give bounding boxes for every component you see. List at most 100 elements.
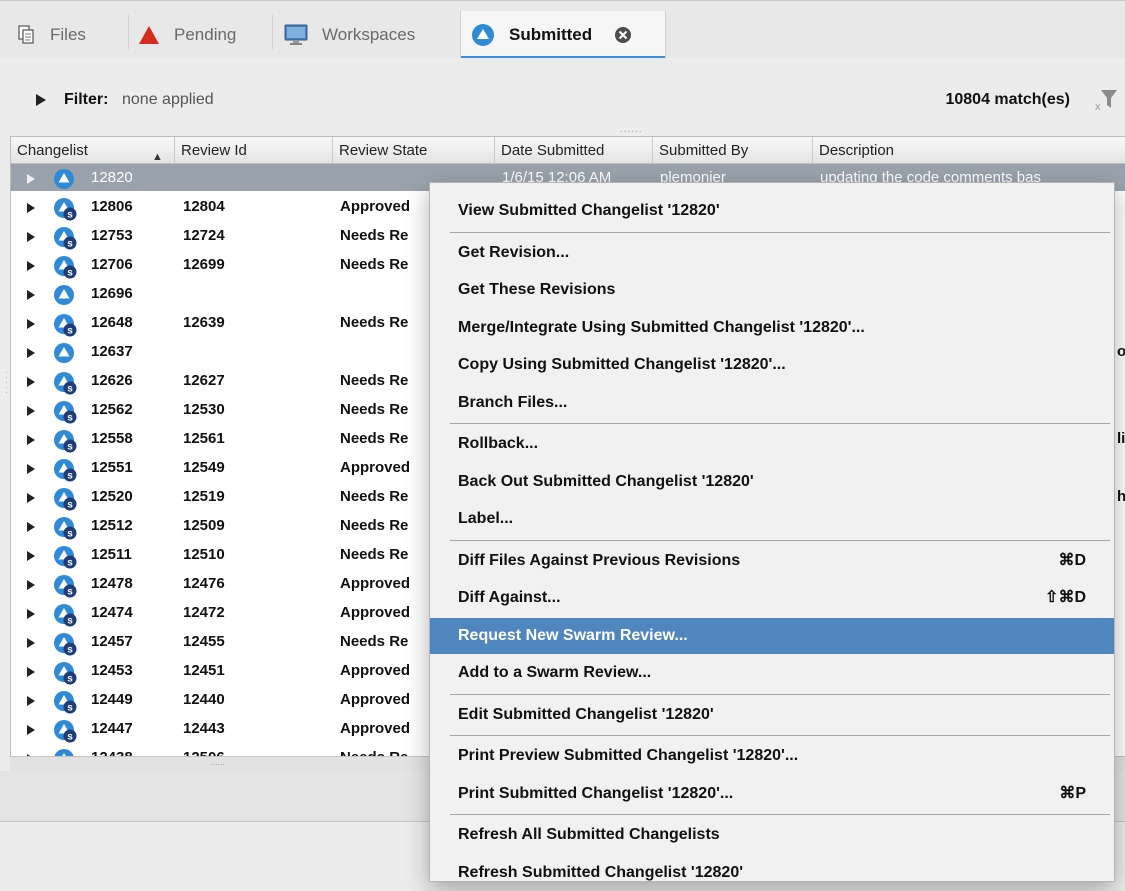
cell-changelist: 12820 [91,169,133,186]
row-expand-icon[interactable] [27,406,35,416]
tab-pending[interactable]: Pending [138,11,274,59]
cell-changelist: 12478 [91,575,133,592]
cell-changelist: 12706 [91,256,133,273]
row-expand-icon[interactable] [27,174,35,184]
row-expand-icon[interactable] [27,667,35,677]
cell-changelist: 12447 [91,720,133,737]
col-submitted-by-label: Submitted By [659,142,749,159]
menu-item[interactable]: View Submitted Changelist '12820' [430,193,1114,229]
col-description-label: Description [819,142,895,159]
row-expand-icon[interactable] [27,725,35,735]
tab-divider [128,15,129,49]
col-date-submitted-label: Date Submitted [501,142,605,159]
row-expand-icon[interactable] [27,580,35,590]
menu-item[interactable]: Get Revision... [430,235,1114,271]
svg-text:s: s [67,645,73,656]
col-date-submitted[interactable]: Date Submitted [495,137,653,163]
row-expand-icon[interactable] [27,696,35,706]
row-expand-icon[interactable] [27,435,35,445]
menu-separator [450,735,1110,736]
tab-workspaces[interactable]: Workspaces [284,11,452,59]
menu-item[interactable]: Merge/Integrate Using Submitted Changeli… [430,310,1114,346]
splitter-grip[interactable]: ...... [620,124,643,135]
row-expand-icon[interactable] [27,464,35,474]
cell-changelist: 12696 [91,285,133,302]
col-review-id-label: Review Id [181,142,247,159]
col-changelist[interactable]: Changelist ▲ [11,137,175,163]
filter-label: Filter: [64,91,109,108]
swarm-changelist-icon: s [54,227,77,250]
row-expand-icon[interactable] [27,319,35,329]
row-expand-icon[interactable] [27,609,35,619]
menu-item[interactable]: Print Preview Submitted Changelist '1282… [430,738,1114,774]
menu-item-shortcut: ⌘P [1059,784,1086,802]
cell-review-state: Needs Re [340,633,409,650]
cell-changelist: 12648 [91,314,133,331]
row-expand-icon[interactable] [27,493,35,503]
row-expand-icon[interactable] [27,348,35,358]
menu-separator [450,423,1110,424]
menu-item[interactable]: Copy Using Submitted Changelist '12820'.… [430,347,1114,383]
left-splitter-grip[interactable]: · · · · · [5,368,8,397]
col-review-state[interactable]: Review State [333,137,495,163]
col-submitted-by[interactable]: Submitted By [653,137,813,163]
submitted-changelist-icon [54,169,74,189]
menu-item-shortcut: ⌘D [1058,551,1086,569]
row-expand-icon[interactable] [27,290,35,300]
menu-item[interactable]: Edit Submitted Changelist '12820' [430,697,1114,733]
tab-files[interactable]: Files [18,11,130,59]
row-expand-icon[interactable] [27,377,35,387]
close-tab-icon[interactable] [614,26,632,44]
cell-description: h [1117,488,1125,505]
menu-item[interactable]: Get These Revisions [430,272,1114,308]
filter-expand-icon[interactable] [36,94,46,106]
row-expand-icon[interactable] [27,203,35,213]
menu-item[interactable]: Refresh Submitted Changelist '12820' [430,855,1114,891]
row-expand-icon[interactable] [27,551,35,561]
menu-item[interactable]: Rollback... [430,426,1114,462]
tab-submitted[interactable]: Submitted [460,11,666,59]
menu-item-label: Back Out Submitted Changelist '12820' [458,472,754,490]
row-expand-icon[interactable] [27,522,35,532]
svg-text:s: s [67,413,73,424]
menu-item[interactable]: Diff Files Against Previous Revisions ⌘D [430,543,1114,579]
menu-item[interactable]: Refresh All Submitted Changelists [430,817,1114,853]
cell-review-id: 12699 [183,256,225,273]
submitted-changelist-icon [54,343,74,363]
menu-item[interactable]: Add to a Swarm Review... [430,655,1114,691]
swarm-changelist-icon: s [54,662,77,685]
swarm-changelist-icon: s [54,459,77,482]
cell-review-state: Approved [340,691,411,708]
cell-review-state: Needs Re [340,401,409,418]
cell-review-id: 12451 [183,662,225,679]
row-expand-icon[interactable] [27,638,35,648]
menu-item-label: Merge/Integrate Using Submitted Changeli… [458,318,865,336]
row-expand-icon[interactable] [27,261,35,271]
menu-item[interactable]: Branch Files... [430,385,1114,421]
cell-review-id: 12627 [183,372,225,389]
tab-files-label: Files [50,25,86,44]
menu-item[interactable]: Label... [430,501,1114,537]
col-review-id[interactable]: Review Id [175,137,333,163]
col-description[interactable]: Description [813,137,1125,163]
cell-review-state: Approved [340,662,411,679]
cell-changelist: 12512 [91,517,133,534]
clear-filter-icon[interactable]: x [1095,86,1117,112]
tab-workspaces-label: Workspaces [322,25,416,44]
menu-item[interactable]: Diff Against... ⇧⌘D [430,580,1114,616]
cell-changelist: 12637 [91,343,133,360]
tab-pending-label: Pending [174,25,237,44]
svg-text:s: s [67,268,73,279]
menu-item-label: Print Submitted Changelist '12820'... [458,784,734,802]
swarm-changelist-icon: s [54,401,77,424]
menu-item[interactable]: Request New Swarm Review... [430,617,1114,654]
svg-text:s: s [67,529,73,540]
cell-review-id: 12455 [183,633,225,650]
cell-review-id: 12549 [183,459,225,476]
menu-item[interactable]: Print Submitted Changelist '12820'... ⌘P [430,776,1114,812]
menu-item[interactable]: Back Out Submitted Changelist '12820' [430,464,1114,500]
swarm-changelist-icon: s [54,633,77,656]
swarm-changelist-icon: s [54,198,77,221]
row-expand-icon[interactable] [27,232,35,242]
tab-divider [272,15,273,49]
